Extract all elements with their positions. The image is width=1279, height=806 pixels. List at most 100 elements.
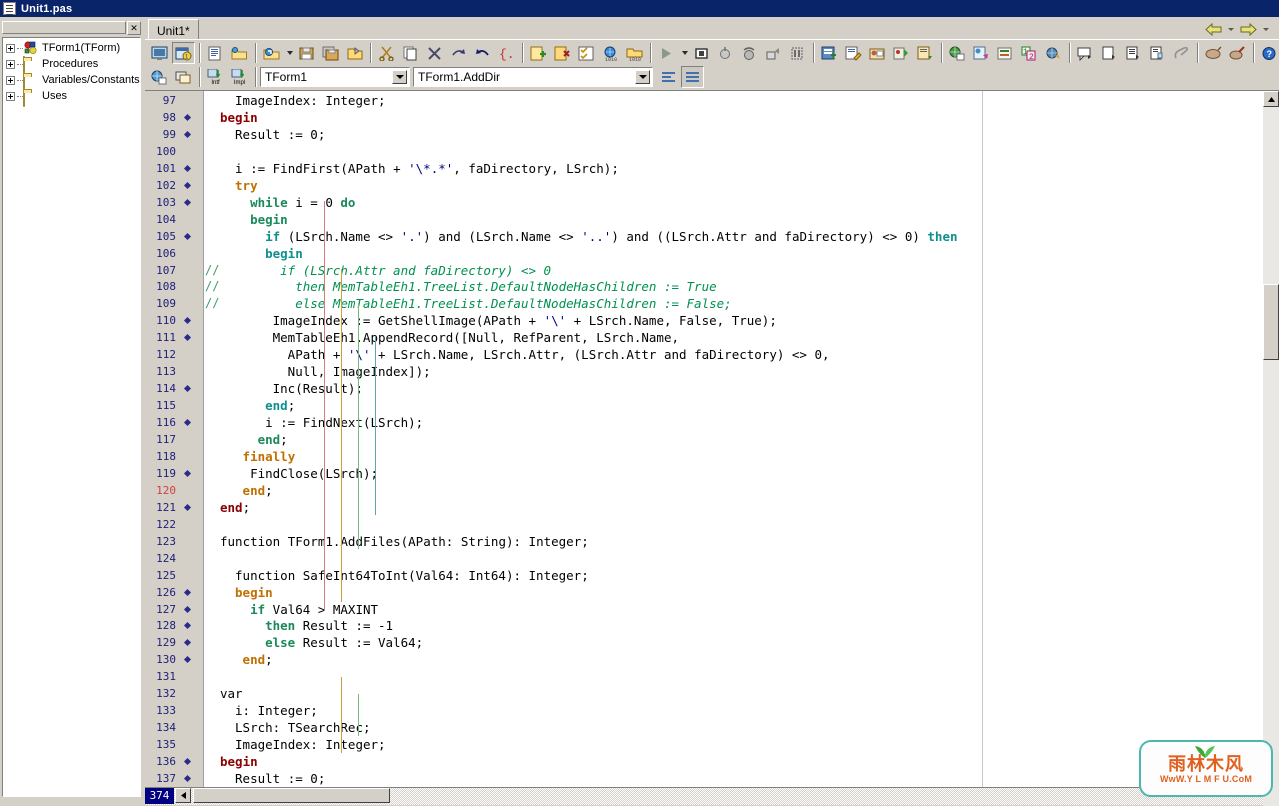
code-line[interactable]: begin (235, 584, 273, 601)
open-file-icon[interactable] (260, 42, 283, 64)
code-line[interactable]: function SafeInt64ToInt(Val64: Int64): I… (235, 567, 589, 584)
open-file-dropdown-icon[interactable] (284, 42, 295, 64)
code-line[interactable]: finally (243, 448, 296, 465)
browse-globe-icon[interactable] (148, 66, 171, 88)
code-line[interactable]: if (LSrch.Name <> '.') and (LSrch.Name <… (265, 228, 957, 245)
export-data-icon[interactable] (914, 42, 937, 64)
class-selector[interactable]: TForm1 (260, 67, 410, 87)
code-line[interactable]: MemTableEh1.AppendRecord([Null, RefParen… (273, 329, 679, 346)
resource-icon[interactable] (970, 42, 993, 64)
tool1-icon[interactable] (994, 42, 1017, 64)
impl-icon[interactable]: Impl (228, 66, 251, 88)
code-line[interactable]: end; (220, 499, 250, 516)
code-line[interactable]: Result := 0; (235, 126, 325, 143)
tab-unit1[interactable]: Unit1* (148, 19, 199, 40)
scroll-left-button[interactable] (175, 788, 191, 803)
redo-icon[interactable] (447, 42, 470, 64)
save-icon[interactable] (295, 42, 318, 64)
forward-dropdown-icon[interactable] (1260, 19, 1271, 39)
align-block-icon[interactable] (681, 66, 704, 88)
code-line[interactable]: else Result := Val64; (265, 634, 423, 651)
trace-into-icon[interactable] (714, 42, 737, 64)
list-page-icon[interactable] (1122, 42, 1145, 64)
view-unit-icon[interactable] (575, 42, 598, 64)
code-line[interactable]: while i = 0 do (250, 194, 355, 211)
code-line[interactable]: i := FindNext(LSrch); (265, 414, 423, 431)
view-form-icon[interactable]: 1010 (599, 42, 622, 64)
code-line[interactable]: begin (220, 109, 258, 126)
code-line[interactable]: begin (250, 211, 288, 228)
chevron-down-icon[interactable] (635, 70, 650, 84)
scissors-icon[interactable] (375, 42, 398, 64)
back-arrow-icon[interactable] (1202, 19, 1224, 39)
page-edit-icon[interactable] (1146, 42, 1169, 64)
code-line[interactable]: end; (258, 431, 288, 448)
field-editor-icon[interactable] (866, 42, 889, 64)
windows-icon[interactable] (172, 66, 195, 88)
code-line[interactable]: end; (243, 651, 273, 668)
palette-icon[interactable] (1202, 42, 1225, 64)
project-icon[interactable] (343, 42, 366, 64)
intf-icon[interactable]: Intf (204, 66, 227, 88)
code-line[interactable]: then Result := -1 (265, 617, 393, 634)
code-line[interactable]: begin (265, 245, 303, 262)
add-file-icon[interactable] (527, 42, 550, 64)
numbers-icon[interactable]: 12 (1018, 42, 1041, 64)
forward-arrow-icon[interactable] (1237, 19, 1259, 39)
palette-brush-icon[interactable] (1226, 42, 1249, 64)
panel-drag-grip[interactable] (2, 21, 126, 34)
remove-file-icon[interactable] (551, 42, 574, 64)
tree-item-tform1[interactable]: TForm1(TForm) (4, 40, 140, 56)
code-line[interactable]: i := FindFirst(APath + '\*.*', faDirecto… (235, 160, 619, 177)
run-play-icon[interactable] (655, 42, 678, 64)
edit-pencil-icon[interactable] (842, 42, 865, 64)
code-line[interactable]: begin (220, 753, 258, 770)
code-line[interactable]: if (LSrch.Attr and faDirectory) <> 0 (280, 262, 551, 279)
tree-item-procedures[interactable]: Procedures (4, 56, 140, 75)
help-question-icon[interactable]: ? (1258, 42, 1279, 64)
comment-block-icon[interactable] (1074, 42, 1097, 64)
code-line[interactable]: LSrch: TSearchRec; (235, 719, 370, 736)
expander-plus-icon[interactable] (6, 75, 15, 85)
tree-item-uses[interactable]: Uses (4, 88, 140, 107)
code-line[interactable]: APath + '\' + LSrch.Name, LSrch.Attr, (L… (288, 346, 830, 363)
code-line[interactable]: end; (265, 397, 295, 414)
save-all-icon[interactable] (319, 42, 342, 64)
code-line[interactable]: Inc(Result); (273, 380, 363, 397)
new-unit-icon[interactable] (204, 42, 227, 64)
method-selector[interactable]: TForm1.AddDir (413, 67, 653, 87)
code-line[interactable]: then MemTableEh1.TreeList.DefaultNodeHas… (295, 278, 716, 295)
close-icon[interactable]: ✕ (127, 20, 141, 35)
code-line[interactable]: else MemTableEh1.TreeList.DefaultNodeHas… (295, 295, 732, 312)
code-editor[interactable]: 97 98 99 100 101 102 103 104 105 106 107 108 109 110 1… (145, 90, 1279, 806)
tree-item-variables-constants[interactable]: Variables/Constants (4, 72, 140, 91)
step-over-icon[interactable] (738, 42, 761, 64)
new-page-icon[interactable] (1098, 42, 1121, 64)
code-line[interactable]: Null, ImageIndex]); (288, 363, 431, 380)
toggle-icon[interactable]: 1010 (623, 42, 646, 64)
back-dropdown-icon[interactable] (1225, 19, 1236, 39)
code-line[interactable]: ImageIndex: Integer; (235, 736, 386, 753)
chevron-down-icon[interactable] (392, 70, 407, 84)
clip-icon[interactable] (1170, 42, 1193, 64)
program-pause-icon[interactable] (786, 42, 809, 64)
code-line[interactable]: var (220, 685, 243, 702)
expander-plus-icon[interactable] (6, 59, 15, 69)
horizontal-scroll-thumb[interactable] (193, 788, 390, 803)
run-cursor-icon[interactable] (762, 42, 785, 64)
vertical-scroll-thumb[interactable] (1263, 284, 1279, 360)
editor-gutter[interactable]: 97 98 99 100 101 102 103 104 105 106 107 108 109 110 1… (145, 91, 202, 788)
code-line[interactable]: if Val64 > MAXINT (250, 601, 378, 618)
code-line[interactable]: ImageIndex: Integer; (235, 92, 386, 109)
undo-icon[interactable] (471, 42, 494, 64)
copy-icon[interactable] (399, 42, 422, 64)
form-window-icon[interactable]: 1 (172, 42, 195, 64)
code-line[interactable]: Result := 0; (235, 770, 325, 787)
expander-plus-icon[interactable] (6, 43, 15, 53)
code-line[interactable]: i: Integer; (235, 702, 318, 719)
braces-icon[interactable]: {..} (495, 42, 518, 64)
code-line[interactable]: end; (243, 482, 273, 499)
globe-translate-icon[interactable] (946, 42, 969, 64)
expander-plus-icon[interactable] (6, 91, 15, 101)
vertical-scrollbar[interactable] (1263, 91, 1279, 806)
